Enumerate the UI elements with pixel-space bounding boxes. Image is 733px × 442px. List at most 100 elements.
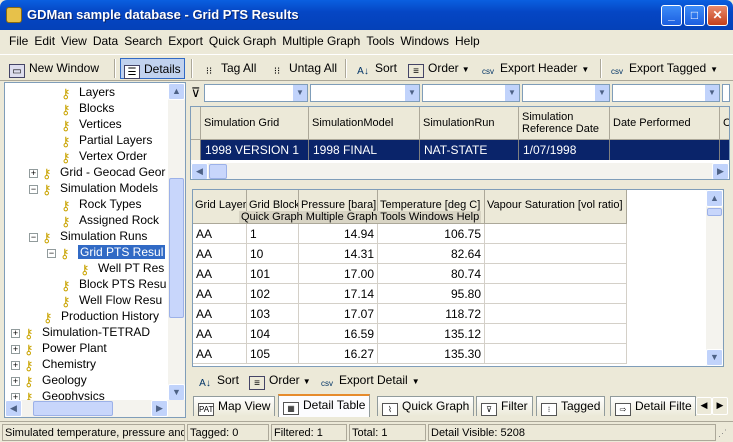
tree-item[interactable]: + ⚷ Grid - Geocad Geor — [29, 164, 165, 181]
scroll-up-icon[interactable]: ▲ — [706, 190, 723, 207]
tree-item[interactable]: ⚷ Blocks — [61, 100, 114, 117]
table-cell[interactable]: 14.31 — [299, 244, 378, 264]
table-cell[interactable] — [485, 344, 627, 364]
tree-item[interactable]: + ⚷ Geophysics — [11, 388, 105, 400]
column-header[interactable]: C — [720, 107, 729, 140]
expand-icon[interactable]: + — [11, 329, 20, 338]
column-header[interactable]: SimulationModel — [309, 107, 420, 140]
menu-search[interactable]: Search — [121, 32, 165, 50]
menu-tools[interactable]: Tools — [363, 32, 397, 50]
table-cell[interactable] — [485, 304, 627, 324]
tree-item[interactable]: ⚷ Vertices — [61, 116, 122, 133]
detail-grid-vscrollbar[interactable]: ▲ ▼ — [706, 190, 723, 366]
table-cell[interactable]: 17.14 — [299, 284, 378, 304]
expand-icon[interactable]: + — [11, 345, 20, 354]
details-button[interactable]: ☰ Details — [120, 58, 185, 79]
tree-panel[interactable]: ⚷ Layers ⚷ Blocks ⚷ Vertices ⚷ Partial Layer… — [4, 82, 186, 418]
table-cell[interactable]: 104 — [247, 324, 299, 344]
tab-quick-graph[interactable]: ⌇ Quick Graph — [377, 396, 475, 416]
menu-data[interactable]: Data — [90, 32, 121, 50]
collapse-icon[interactable]: − — [29, 185, 38, 194]
chevron-down-icon[interactable]: ▼ — [293, 85, 307, 101]
scroll-left-icon[interactable]: ◀ — [191, 163, 208, 179]
maximize-button[interactable]: □ — [684, 5, 705, 26]
tree-item[interactable]: ⚷ Well Flow Resu — [61, 292, 162, 309]
tab-detail-filter[interactable]: ⇨ Detail Filte — [610, 396, 696, 416]
table-cell[interactable] — [610, 140, 720, 160]
table-cell[interactable]: AA — [193, 304, 247, 324]
expand-icon[interactable]: + — [11, 393, 20, 400]
tab-tagged[interactable]: ⁝ Tagged — [536, 396, 606, 416]
tree-item[interactable]: ⚷ Partial Layers — [61, 132, 152, 149]
chevron-down-icon[interactable]: ▼ — [705, 85, 719, 101]
column-header[interactable]: Vapour Saturation [vol ratio] — [485, 190, 627, 224]
expand-icon[interactable]: + — [11, 377, 20, 386]
table-row[interactable]: AA 103 17.07 118.72 — [193, 304, 627, 324]
scroll-left-icon[interactable]: ◀ — [5, 400, 22, 417]
menu-windows[interactable]: Windows — [397, 32, 452, 50]
table-cell[interactable]: 135.30 — [378, 344, 485, 364]
filter-dropdown[interactable]: ▼ — [422, 84, 520, 102]
expand-icon[interactable]: + — [29, 169, 38, 178]
table-cell[interactable]: AA — [193, 224, 247, 244]
tab-scroll-left-icon[interactable]: ◀ — [696, 397, 712, 415]
export-header-button[interactable]: csv Export Header ▼ — [477, 58, 592, 79]
expand-icon[interactable]: + — [11, 361, 20, 370]
table-cell[interactable]: 103 — [247, 304, 299, 324]
table-cell[interactable] — [485, 284, 627, 304]
tree-hscroll-thumb[interactable] — [33, 401, 113, 416]
table-cell[interactable]: 80.74 — [378, 264, 485, 284]
tab-detail-table[interactable]: ▦ Detail Table — [278, 394, 371, 417]
table-cell[interactable]: 16.27 — [299, 344, 378, 364]
header-grid[interactable]: Simulation Grid SimulationModel Simulati… — [190, 106, 730, 180]
table-cell[interactable]: 10 — [247, 244, 299, 264]
tree-item[interactable]: ⚷ Block PTS Resu — [61, 276, 166, 293]
menu-file[interactable]: File — [6, 32, 31, 50]
table-row[interactable]: AA 105 16.27 135.30 — [193, 344, 627, 364]
table-cell[interactable]: 1 — [247, 224, 299, 244]
table-cell[interactable]: 82.64 — [378, 244, 485, 264]
export-tagged-button[interactable]: csv Export Tagged ▼ — [606, 58, 721, 79]
chevron-down-icon[interactable]: ▼ — [505, 85, 519, 101]
tab-filter[interactable]: ⊽ Filter — [476, 396, 533, 416]
resize-grip-icon[interactable]: ⋰ — [718, 428, 730, 440]
hscroll-thumb[interactable] — [209, 164, 227, 179]
detail-order-button[interactable]: ≡ Order ▼ — [246, 370, 314, 391]
table-cell[interactable]: 16.59 — [299, 324, 378, 344]
tab-scroll-right-icon[interactable]: ▶ — [712, 397, 728, 415]
tree-item[interactable]: ⚷ Well PT Res — [80, 260, 164, 277]
filter-dropdown[interactable]: ▼ — [310, 84, 420, 102]
table-cell[interactable]: 17.07 — [299, 304, 378, 324]
table-cell[interactable]: NAT-STATE — [420, 140, 519, 160]
vscroll-thumb[interactable] — [707, 208, 722, 216]
table-cell[interactable]: AA — [193, 324, 247, 344]
tree-item-selected[interactable]: − ⚷ Grid PTS Resul — [47, 244, 166, 261]
table-cell[interactable] — [485, 224, 627, 244]
filter-dropdown[interactable]: ▼ — [204, 84, 308, 102]
table-row[interactable]: AA 1 14.94 106.75 — [193, 224, 627, 244]
table-cell[interactable]: 135.12 — [378, 324, 485, 344]
table-cell[interactable]: 101 — [247, 264, 299, 284]
scroll-down-icon[interactable]: ▼ — [168, 384, 185, 401]
menu-export[interactable]: Export — [165, 32, 206, 50]
scroll-right-icon[interactable]: ▶ — [151, 400, 168, 417]
menu-quick-graph[interactable]: Quick Graph — [206, 32, 279, 50]
close-button[interactable]: ✕ — [707, 5, 728, 26]
tree-item[interactable]: − ⚷ Simulation Runs — [29, 228, 147, 245]
tree-scroll-thumb[interactable] — [169, 178, 184, 318]
tree-vertical-scrollbar[interactable]: ▲ ▼ — [168, 83, 185, 401]
new-window-button[interactable]: ▭ New Window — [6, 58, 102, 79]
tree-item[interactable]: + ⚷ Simulation-TETRAD — [11, 324, 150, 341]
export-detail-button[interactable]: csv Export Detail ▼ — [316, 370, 423, 391]
column-header[interactable]: Simulation Reference Date — [519, 107, 610, 140]
table-cell[interactable]: AA — [193, 284, 247, 304]
table-cell[interactable]: 118.72 — [378, 304, 485, 324]
filter-dropdown[interactable] — [722, 84, 730, 102]
table-cell[interactable]: 1/07/1998 — [519, 140, 610, 160]
tree-item[interactable]: ⚷ Production History — [43, 308, 159, 325]
table-cell[interactable]: AA — [193, 264, 247, 284]
tree-item[interactable]: + ⚷ Power Plant — [11, 340, 107, 357]
table-cell[interactable]: 1998 FINAL — [309, 140, 420, 160]
detail-grid[interactable]: Grid Layer Grid Block Pressure [bara] Te… — [192, 189, 724, 367]
tree-horizontal-scrollbar[interactable]: ◀ ▶ — [5, 400, 185, 417]
